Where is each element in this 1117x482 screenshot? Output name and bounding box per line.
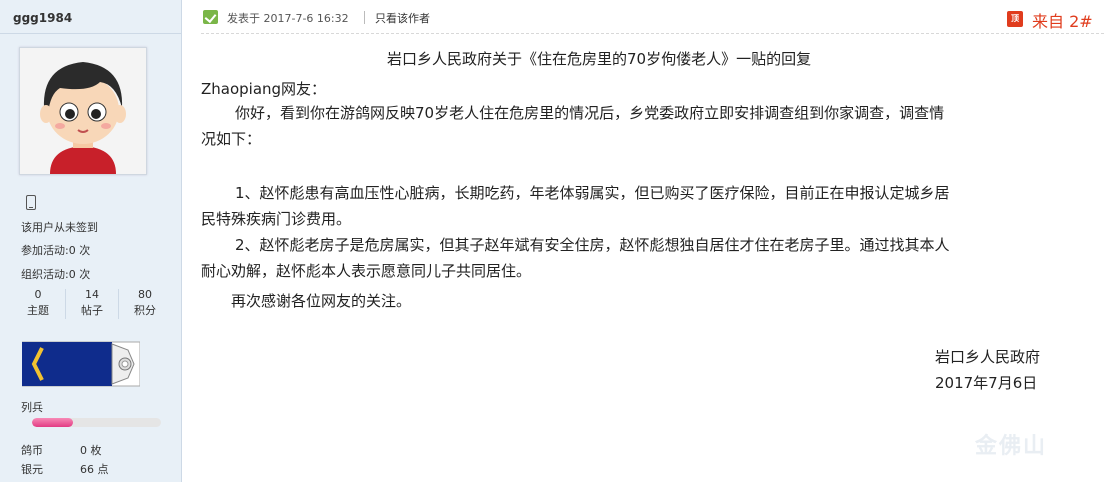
post-time: 发表于 2017-7-6 16:32 [227,12,349,25]
posts-num: 14 [85,288,99,301]
coins-label: 鸽币 [21,444,43,457]
paragraph-4: 再次感谢各位网友的关注。 [231,292,412,310]
paragraph-2-line-2: 民特殊疾病门诊费用。 [201,210,352,228]
paragraph-2-line-1: 1、赵怀彪患有高血压性心脏病，长期吃药，年老体弱属实，但已购买了医疗保险，目前正… [235,184,950,202]
only-author-link[interactable]: 只看该作者 [375,10,430,26]
user-counts: 0 主题 14 帖子 80 积分 [12,287,172,323]
rank-badge-icon [21,340,141,388]
join-activity-count: 参加活动:0 次 [21,244,91,257]
floor-top-icon[interactable]: 顶 [1007,11,1023,27]
avatar-illustration [20,48,146,174]
posts-count[interactable]: 14 帖子 [66,287,118,319]
floor-number[interactable]: 来自 2# [1032,8,1093,32]
author-sidebar: ggg1984 该用户从未签到 参加活动:0 次 组织活动:0 次 0 主题 1… [0,0,182,482]
divider [364,11,365,24]
watermark: 金佛山 [975,434,1048,459]
paragraph-3-line-2: 耐心劝解，赵怀彪本人表示愿意同儿子共同居住。 [201,262,532,280]
greeting: Zhaopiang网友： [201,80,327,98]
mobile-phone-icon [26,195,36,210]
avatar[interactable] [19,47,147,175]
paragraph-1-line-2: 况如下： [201,130,262,148]
post-title: 岩口乡人民政府关于《住在危房里的70岁佝偻老人》一贴的回复 [387,50,812,68]
paragraph-3-line-1: 2、赵怀彪老房子是危房属实，但其子赵年斌有安全住房，赵怀彪想独自居住才住在老房子… [235,236,950,254]
organize-activity-count: 组织活动:0 次 [21,268,91,281]
rank-progress-fill [32,418,74,427]
points-num: 80 [138,288,152,301]
divider [201,33,1104,35]
signature-date: 2017年7月6日 [935,374,1038,392]
points-count[interactable]: 80 积分 [119,287,171,319]
username[interactable]: ggg1984 [13,11,72,25]
posts-label: 帖子 [81,304,103,317]
topics-count[interactable]: 0 主题 [12,287,64,319]
rank-name: 列兵 [21,401,43,414]
topics-label: 主题 [27,304,49,317]
divider [0,33,181,34]
topics-num: 0 [34,288,42,301]
points-label: 积分 [134,304,156,317]
post-header: 发表于 2017-7-6 16:32 只看该作者 顶 来自 2# [201,8,1104,32]
checkin-status: 该用户从未签到 [21,221,98,234]
rank-progress-bar [32,418,161,427]
silver-value: 66 点 [80,463,109,476]
silver-label: 银元 [21,463,43,476]
signature-org: 岩口乡人民政府 [935,348,1041,366]
paragraph-1-line-1: 你好，看到你在游鸽网反映70岁老人住在危房里的情况后，乡党委政府立即安排调查组到… [235,104,945,122]
online-status-icon [203,10,218,24]
coins-value: 0 枚 [80,444,102,457]
